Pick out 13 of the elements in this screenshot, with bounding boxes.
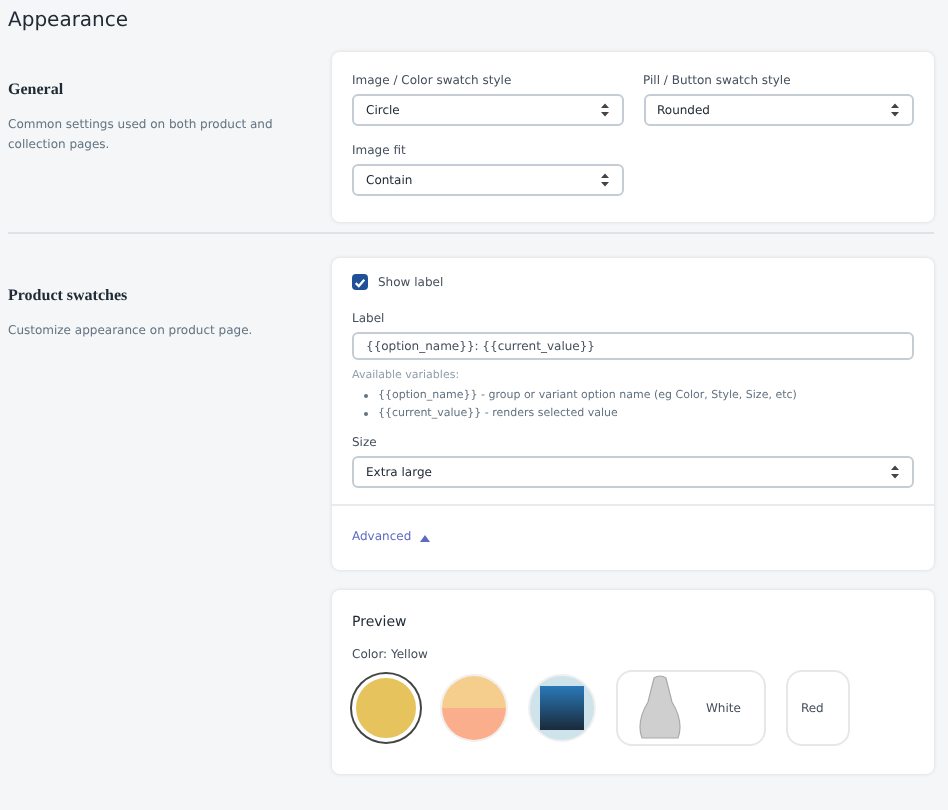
- bag-drawing: [634, 674, 686, 742]
- image-swatch[interactable]: [528, 674, 596, 742]
- section-heading: General: [8, 80, 66, 98]
- page-title: Appearance: [8, 10, 131, 32]
- up-down-icon: [890, 102, 900, 118]
- up-down-icon: [890, 464, 900, 480]
- section-heading: Product swatches: [8, 286, 130, 304]
- photo-placeholder: [540, 686, 584, 730]
- two-tone-swatch[interactable]: [440, 674, 508, 742]
- up-down-icon: [599, 102, 609, 118]
- checkbox[interactable]: [352, 274, 368, 290]
- color-swatch[interactable]: [352, 674, 420, 742]
- up-down-icon: [599, 172, 609, 188]
